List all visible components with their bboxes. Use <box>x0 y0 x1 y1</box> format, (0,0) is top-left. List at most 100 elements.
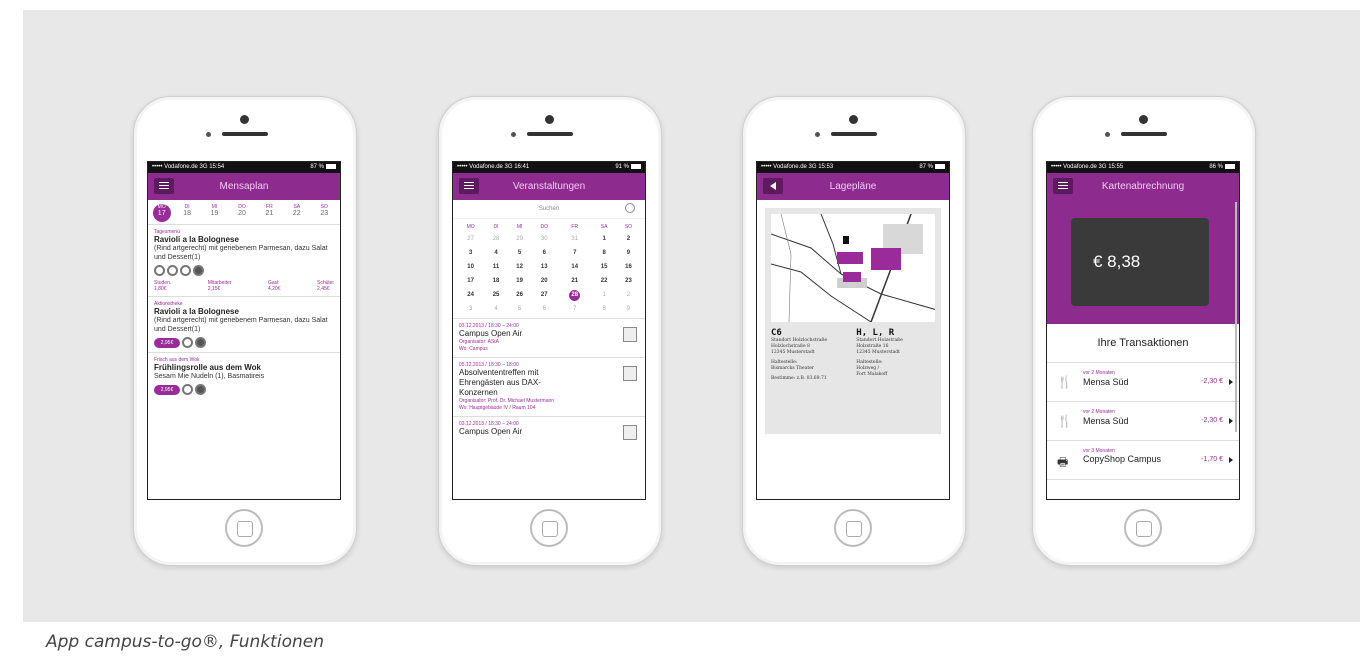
earpiece <box>1121 132 1167 136</box>
price-pill[interactable]: 2,95€ <box>154 337 180 348</box>
calendar-day-number: 12 <box>516 264 523 270</box>
calendar-day[interactable]: 27 <box>531 288 557 302</box>
event-item[interactable]: 03.12.2013 / 18:30 – 24:00 Campus Open A… <box>453 416 645 441</box>
calendar-day[interactable]: 19 <box>508 274 532 288</box>
calendar-day[interactable]: 28 <box>557 288 592 302</box>
nav-bar: Kartenabrechnung <box>1047 173 1239 200</box>
price-pill[interactable]: 2,95€ <box>154 384 180 395</box>
info-icon[interactable] <box>193 265 204 276</box>
calendar-day[interactable]: 20 <box>531 274 557 288</box>
calendar-day[interactable]: 4 <box>484 302 508 316</box>
calendar-day[interactable]: 1 <box>592 288 616 302</box>
chevron-right-icon[interactable] <box>1229 418 1233 424</box>
day-so[interactable]: SO 23 <box>313 204 335 222</box>
search-icon[interactable] <box>625 203 635 213</box>
calendar-day[interactable]: 14 <box>557 260 592 274</box>
calendar-day[interactable]: 7 <box>557 302 592 316</box>
calendar-day[interactable]: 11 <box>484 260 508 274</box>
calendar-day[interactable]: 7 <box>557 246 592 260</box>
calendar-day[interactable]: 29 <box>508 232 532 246</box>
calendar-day[interactable]: 23 <box>616 274 641 288</box>
menu-icon[interactable] <box>154 178 174 194</box>
menu-icon[interactable] <box>459 178 479 194</box>
meal-item[interactable]: Frisch aus dem Wok Frühlingsrolle aus de… <box>148 353 340 399</box>
home-button[interactable] <box>1124 509 1162 547</box>
menu-icon[interactable] <box>1053 178 1073 194</box>
allergen-icon <box>180 265 191 276</box>
building-annex[interactable] <box>843 272 861 282</box>
home-button[interactable] <box>530 509 568 547</box>
day-mo[interactable]: MO 17 <box>152 204 171 222</box>
calendar-day[interactable]: 18 <box>484 274 508 288</box>
calendar-day[interactable]: 3 <box>457 246 484 260</box>
balance-display: € 8,38 <box>1071 218 1209 306</box>
event-item[interactable]: 03.12.2013 / 18:30 – 24:00 Campus Open A… <box>453 318 645 357</box>
calendar-day[interactable]: 31 <box>557 232 592 246</box>
calendar-day[interactable]: 1 <box>592 232 616 246</box>
calendar-day[interactable]: 15 <box>592 260 616 274</box>
calendar-day[interactable]: 13 <box>531 260 557 274</box>
calendar-day[interactable]: 25 <box>484 288 508 302</box>
chevron-right-icon[interactable] <box>1229 379 1233 385</box>
day-di[interactable]: DI 18 <box>176 204 198 222</box>
back-icon[interactable] <box>763 178 783 194</box>
meal-item[interactable]: Tagesmenü Ravioli a la Bolognese (Rind a… <box>148 225 340 297</box>
campus-map[interactable] <box>771 214 935 322</box>
calendar-day[interactable]: 6 <box>531 302 557 316</box>
calendar-add-icon[interactable] <box>623 425 637 440</box>
calendar-add-icon[interactable] <box>623 327 637 342</box>
transaction-row[interactable]: 🍴 vor 2 Monaten Mensa Süd -2,30 € <box>1047 402 1239 441</box>
calendar-day[interactable]: 9 <box>616 246 641 260</box>
building-hlr[interactable] <box>871 248 901 270</box>
info-icon[interactable] <box>195 384 206 395</box>
calendar-day[interactable]: 2 <box>616 288 641 302</box>
price-value: 4,20€ <box>267 286 281 292</box>
calendar-day[interactable]: 6 <box>531 246 557 260</box>
event-item[interactable]: 05.12.2013 / 18:30 – 18:00 Absolvententr… <box>453 357 645 416</box>
home-button[interactable] <box>834 509 872 547</box>
transaction-row[interactable]: 🍴 vor 2 Monaten Mensa Süd -2,30 € <box>1047 363 1239 402</box>
calendar-day[interactable]: 26 <box>508 288 532 302</box>
calendar-day[interactable]: 8 <box>592 246 616 260</box>
calendar-day[interactable]: 8 <box>592 302 616 316</box>
calendar-day[interactable]: 28 <box>484 232 508 246</box>
battery-text: 87 % <box>919 164 933 170</box>
location-card[interactable]: C6 Standort Holzlochstraße Holzlochstraß… <box>765 208 941 434</box>
day-do[interactable]: DO 20 <box>231 204 253 222</box>
calendar-add-icon[interactable] <box>623 366 637 381</box>
calendar-day[interactable]: 27 <box>457 232 484 246</box>
calendar-day[interactable]: 21 <box>557 274 592 288</box>
calendar-day[interactable]: 3 <box>457 302 484 316</box>
page-title: Lagepläne <box>829 181 877 192</box>
calendar-day-number: 27 <box>540 292 548 298</box>
calendar-day[interactable]: 9 <box>616 302 641 316</box>
day-mi[interactable]: MI 19 <box>204 204 226 222</box>
calendar-day[interactable]: 30 <box>531 232 557 246</box>
calendar-day[interactable]: 5 <box>508 246 532 260</box>
carrier-text: ••••• Vodafone.de 3G 16:41 <box>457 164 530 170</box>
building-c6[interactable] <box>837 252 863 264</box>
day-sa[interactable]: SA 22 <box>286 204 308 222</box>
calendar-day-number: 4 <box>494 250 498 256</box>
address-line: Bestimme: z.B. 03.69.71 <box>771 376 827 381</box>
calendar-day-number: 9 <box>626 306 631 312</box>
search-input[interactable]: Suchen <box>453 200 645 219</box>
calendar-day[interactable]: 4 <box>484 246 508 260</box>
calendar-day[interactable]: 22 <box>592 274 616 288</box>
chevron-right-icon[interactable] <box>1229 457 1233 463</box>
calendar-day[interactable]: 16 <box>616 260 641 274</box>
info-icon[interactable] <box>195 337 206 348</box>
calendar-day-number: 8 <box>602 306 606 312</box>
calendar-day[interactable]: 10 <box>457 260 484 274</box>
calendar-day[interactable]: 12 <box>508 260 532 274</box>
day-fr[interactable]: FR 21 <box>258 204 280 222</box>
meal-item[interactable]: Aktionstheke Ravioli a la Bolognese (Rin… <box>148 297 340 353</box>
scrollbar[interactable] <box>1235 202 1237 432</box>
calendar-day[interactable]: 24 <box>457 288 484 302</box>
transaction-row[interactable]: 🖶 vor 3 Monaten CopyShop Campus -1,70 € <box>1047 441 1239 480</box>
calendar-day[interactable]: 2 <box>616 232 641 246</box>
calendar-day[interactable]: 5 <box>508 302 532 316</box>
home-button[interactable] <box>225 509 263 547</box>
calendar-day[interactable]: 17 <box>457 274 484 288</box>
address-line: Fort Malakoff <box>856 372 888 377</box>
